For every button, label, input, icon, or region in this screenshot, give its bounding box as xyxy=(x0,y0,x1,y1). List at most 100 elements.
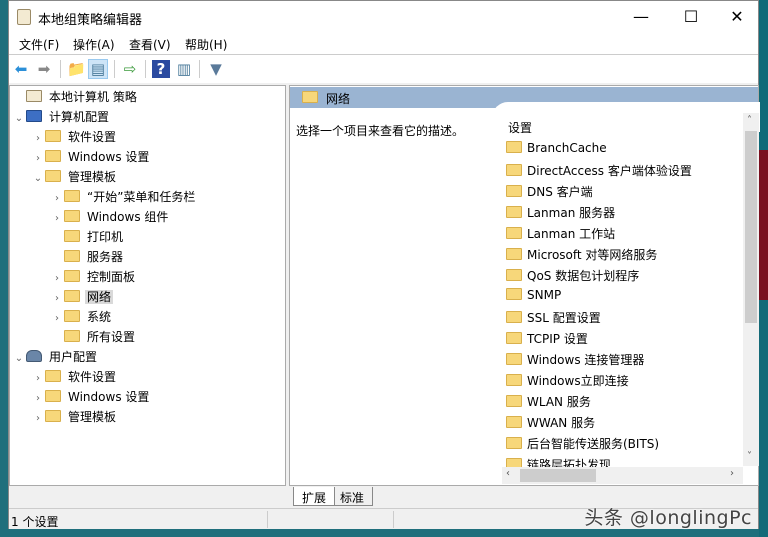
tree-node-label: 管理模板 xyxy=(68,170,117,184)
chevron-down-icon[interactable]: ⌄ xyxy=(31,170,45,188)
chevron-right-icon[interactable]: › xyxy=(50,270,64,288)
tree-node[interactable]: › Windows 设置 xyxy=(31,148,151,166)
chevron-right-icon[interactable]: › xyxy=(31,390,45,408)
menu-view[interactable]: 查看(V) xyxy=(129,36,171,53)
chevron-right-icon[interactable]: › xyxy=(31,130,45,148)
toolbar-separator xyxy=(145,60,146,78)
tree-node[interactable]: 服务器 xyxy=(50,248,125,266)
scroll-down-icon[interactable]: ˅ xyxy=(747,451,752,462)
folder-icon xyxy=(506,395,522,407)
chevron-right-icon[interactable]: › xyxy=(50,190,64,208)
chevron-down-icon[interactable]: ⌄ xyxy=(12,110,26,128)
settings-list-item[interactable]: Lanman 工作站 xyxy=(506,225,615,242)
show-hide-tree-icon[interactable]: ▤ xyxy=(88,59,108,79)
tree-node[interactable]: 本地计算机 策略 xyxy=(12,88,139,106)
toolbar: ⬅ ➡ 📁 ▤ ⇨? ▥ ▼ xyxy=(9,55,758,83)
gpedit-app-icon xyxy=(17,9,31,25)
column-header-settings[interactable]: 设置 xyxy=(508,119,532,136)
status-text: 1 个设置 xyxy=(11,515,59,529)
show-action-pane-icon[interactable]: ▥ xyxy=(175,60,193,78)
tree-node[interactable]: ⌄ 计算机配置 xyxy=(12,108,111,126)
details-pane: 网络 选择一个项目来查看它的描述。 设置 BranchCache DirectAc… xyxy=(289,85,760,486)
chevron-right-icon[interactable]: › xyxy=(31,410,45,428)
tree-node[interactable]: 所有设置 xyxy=(50,328,137,346)
tree-node[interactable]: › 软件设置 xyxy=(31,128,118,146)
chevron-right-icon[interactable]: › xyxy=(31,370,45,388)
settings-list-item[interactable]: DNS 客户端 xyxy=(506,183,593,200)
settings-list-item[interactable]: SNMP xyxy=(506,288,561,302)
tree-node[interactable]: › Windows 组件 xyxy=(50,208,170,226)
tree-node[interactable]: › “开始”菜单和任务栏 xyxy=(50,188,197,206)
menu-help[interactable]: 帮助(H) xyxy=(185,36,227,53)
folder-icon xyxy=(64,310,80,322)
forward-icon[interactable]: ➡ xyxy=(35,60,53,78)
chevron-right-icon[interactable]: › xyxy=(50,210,64,228)
settings-item-label: SNMP xyxy=(527,288,562,302)
menu-file[interactable]: 文件(F) xyxy=(19,36,59,53)
tree-node[interactable]: › 网络 xyxy=(50,288,114,308)
settings-list-item[interactable]: 后台智能传送服务(BITS) xyxy=(506,435,659,452)
folder-icon xyxy=(506,248,522,260)
tree-node[interactable]: ⌄ 管理模板 xyxy=(31,168,118,186)
settings-item-label: WWAN 服务 xyxy=(527,416,596,430)
tree-node[interactable]: › 系统 xyxy=(50,308,113,326)
watermark: 头条 @longlingPc xyxy=(584,507,752,529)
vertical-scroll-thumb[interactable] xyxy=(745,131,757,323)
back-icon[interactable]: ⬅ xyxy=(12,60,30,78)
folder-icon xyxy=(506,437,522,449)
folder-icon xyxy=(45,130,61,142)
menu-action[interactable]: 操作(A) xyxy=(73,36,115,53)
settings-list-item[interactable]: Windows 连接管理器 xyxy=(506,351,644,368)
status-divider xyxy=(267,511,268,528)
scroll-up-icon[interactable]: ˄ xyxy=(747,115,752,126)
settings-list-item[interactable]: SSL 配置设置 xyxy=(506,309,601,326)
policy-icon xyxy=(26,90,42,102)
tab-extended[interactable]: 扩展 xyxy=(293,487,336,506)
scroll-left-icon[interactable]: ‹ xyxy=(506,468,510,479)
tree-node[interactable]: 打印机 xyxy=(50,228,125,246)
help-icon[interactable]: ? xyxy=(152,60,170,78)
filter-icon[interactable]: ▼ xyxy=(207,60,225,78)
chevron-down-icon[interactable]: ⌄ xyxy=(12,350,26,368)
settings-item-label: 后台智能传送服务(BITS) xyxy=(527,437,660,451)
tree-node[interactable]: ⌄ 用户配置 xyxy=(12,348,99,366)
tree-node[interactable]: › Windows 设置 xyxy=(31,388,151,406)
scroll-right-icon[interactable]: › xyxy=(730,468,734,479)
export-list-icon[interactable]: ⇨ xyxy=(121,60,139,78)
settings-list-item[interactable]: TCPIP 设置 xyxy=(506,330,588,347)
folder-icon xyxy=(506,185,522,197)
vertical-scrollbar[interactable]: ˄ ˅ xyxy=(743,113,759,466)
toolbar-separator xyxy=(60,60,61,78)
tree-node[interactable]: › 管理模板 xyxy=(31,408,118,426)
tree-node-label: 用户配置 xyxy=(49,350,98,364)
settings-list-item[interactable]: Microsoft 对等网络服务 xyxy=(506,246,657,263)
maximize-button[interactable]: ☐ xyxy=(668,5,714,29)
up-folder-icon[interactable]: 📁 xyxy=(67,60,86,78)
tab-standard[interactable]: 标准 xyxy=(331,487,374,506)
settings-list-item[interactable]: DirectAccess 客户端体验设置 xyxy=(506,162,692,179)
menu-bar: 文件(F) 操作(A) 查看(V) 帮助(H) xyxy=(9,33,758,55)
tree-node[interactable]: › 控制面板 xyxy=(50,268,137,286)
desktop-background xyxy=(759,0,768,537)
chevron-right-icon[interactable]: › xyxy=(50,310,64,328)
settings-list-item[interactable]: WLAN 服务 xyxy=(506,393,591,410)
settings-list-item[interactable]: WWAN 服务 xyxy=(506,414,595,431)
tree-node-label: Windows 组件 xyxy=(87,210,169,224)
settings-list-item[interactable]: Lanman 服务器 xyxy=(506,204,615,221)
tree-node-label: 管理模板 xyxy=(68,410,117,424)
close-button[interactable]: ✕ xyxy=(714,5,760,29)
tree-node-label: 服务器 xyxy=(87,250,124,264)
tree-node-label: 系统 xyxy=(87,310,112,324)
all-settings-icon xyxy=(64,330,80,342)
horizontal-scroll-thumb[interactable] xyxy=(520,469,596,482)
tree-node[interactable]: › 软件设置 xyxy=(31,368,118,386)
settings-list-item[interactable]: BranchCache xyxy=(506,141,607,155)
settings-item-label: BranchCache xyxy=(527,141,607,155)
folder-icon xyxy=(45,390,61,402)
settings-list-item[interactable]: QoS 数据包计划程序 xyxy=(506,267,639,284)
settings-list-item[interactable]: Windows立即连接 xyxy=(506,372,629,389)
horizontal-scrollbar[interactable]: ‹ › xyxy=(502,467,743,484)
minimize-button[interactable]: — xyxy=(618,5,664,29)
chevron-right-icon[interactable]: › xyxy=(31,150,45,168)
chevron-right-icon[interactable]: › xyxy=(50,290,64,308)
